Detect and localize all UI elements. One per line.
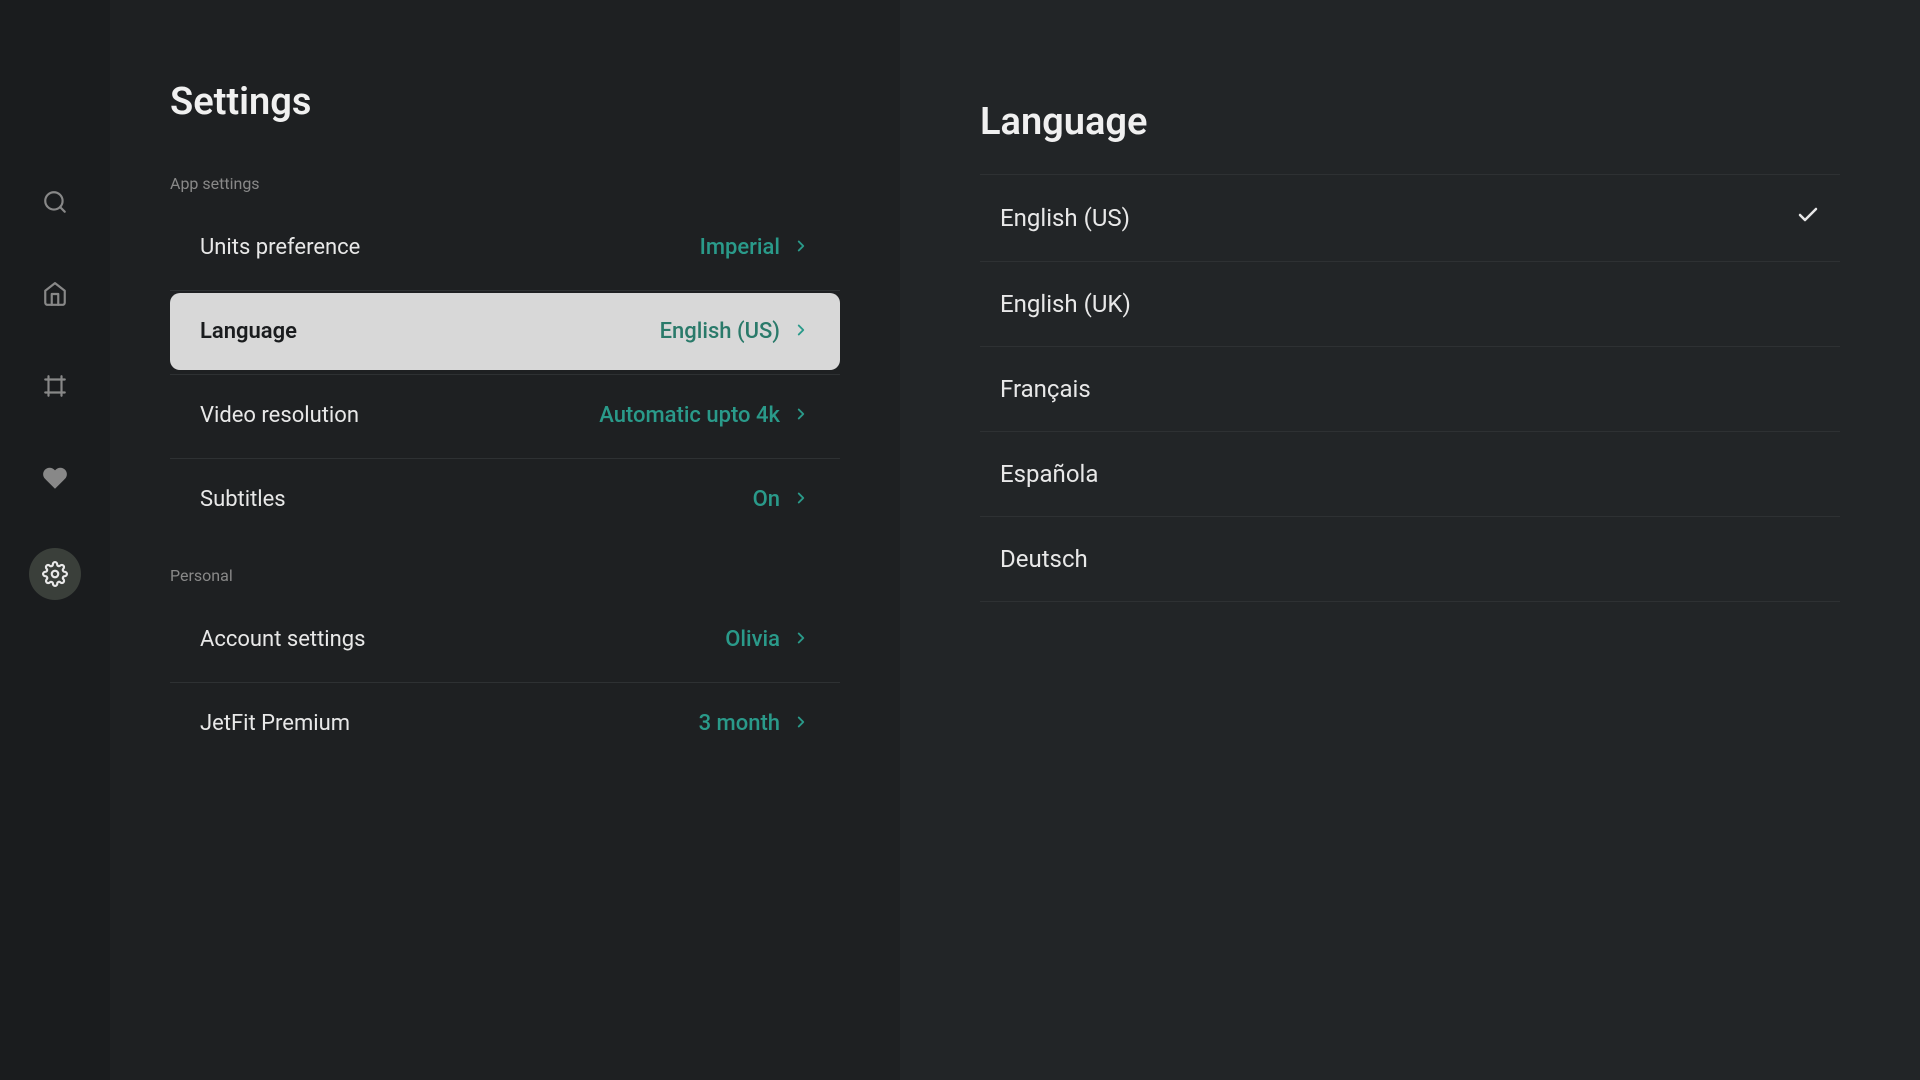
units-preference-value: Imperial — [700, 235, 780, 260]
divider-4 — [170, 682, 840, 683]
language-right: English (US) — [660, 319, 810, 344]
account-settings-item[interactable]: Account settings Olivia — [170, 601, 840, 678]
language-option-deutsch[interactable]: Deutsch — [980, 517, 1840, 602]
language-option-english-uk[interactable]: English (UK) — [980, 262, 1840, 347]
home-icon[interactable] — [33, 272, 77, 316]
language-option-deutsch-label: Deutsch — [1000, 545, 1088, 573]
divider-2 — [170, 374, 840, 375]
language-panel: Language English (US) English (UK) Franç… — [900, 0, 1920, 1080]
language-panel-title: Language — [980, 100, 1840, 144]
language-option-espanola[interactable]: Española — [980, 432, 1840, 517]
language-value: English (US) — [660, 319, 780, 344]
units-preference-item[interactable]: Units preference Imperial — [170, 209, 840, 286]
language-chevron — [792, 320, 810, 344]
language-option-english-us-label: English (US) — [1000, 204, 1130, 232]
language-options-list: English (US) English (UK) Français Españ… — [980, 174, 1840, 602]
search-icon[interactable] — [33, 180, 77, 224]
workout-icon[interactable] — [33, 364, 77, 408]
subtitles-chevron — [792, 488, 810, 512]
language-option-francais[interactable]: Français — [980, 347, 1840, 432]
divider-3 — [170, 458, 840, 459]
divider-1 — [170, 290, 840, 291]
units-preference-right: Imperial — [700, 235, 810, 260]
checkmark-icon — [1796, 203, 1820, 233]
jetfit-premium-label: JetFit Premium — [200, 711, 350, 736]
account-settings-label: Account settings — [200, 627, 365, 652]
units-preference-label: Units preference — [200, 235, 360, 260]
subtitles-label: Subtitles — [200, 487, 286, 512]
subtitles-item[interactable]: Subtitles On — [170, 461, 840, 538]
jetfit-premium-item[interactable]: JetFit Premium 3 month — [170, 685, 840, 762]
personal-label: Personal — [170, 566, 840, 585]
language-item[interactable]: Language English (US) — [170, 293, 840, 370]
jetfit-premium-right: 3 month — [699, 711, 810, 736]
video-resolution-right: Automatic upto 4k — [599, 403, 810, 428]
language-label: Language — [200, 319, 297, 344]
favorites-icon[interactable] — [33, 456, 77, 500]
settings-panel: Settings App settings Units preference I… — [110, 0, 900, 1080]
sidebar — [0, 0, 110, 1080]
jetfit-premium-chevron — [792, 712, 810, 736]
language-option-english-uk-label: English (UK) — [1000, 290, 1131, 318]
account-settings-chevron — [792, 628, 810, 652]
units-preference-chevron — [792, 236, 810, 260]
jetfit-premium-value: 3 month — [699, 711, 780, 736]
video-resolution-label: Video resolution — [200, 403, 359, 428]
account-settings-value: Olivia — [725, 627, 780, 652]
video-resolution-chevron — [792, 404, 810, 428]
page-title: Settings — [170, 80, 840, 124]
personal-section: Personal Account settings Olivia JetFit … — [170, 566, 840, 762]
subtitles-right: On — [753, 487, 810, 512]
account-settings-right: Olivia — [725, 627, 810, 652]
video-resolution-item[interactable]: Video resolution Automatic upto 4k — [170, 377, 840, 454]
language-option-espanola-label: Española — [1000, 460, 1098, 488]
settings-icon[interactable] — [29, 548, 81, 600]
language-option-english-us[interactable]: English (US) — [980, 174, 1840, 262]
app-settings-label: App settings — [170, 174, 840, 193]
subtitles-value: On — [753, 487, 780, 512]
video-resolution-value: Automatic upto 4k — [599, 403, 780, 428]
language-option-francais-label: Français — [1000, 375, 1091, 403]
